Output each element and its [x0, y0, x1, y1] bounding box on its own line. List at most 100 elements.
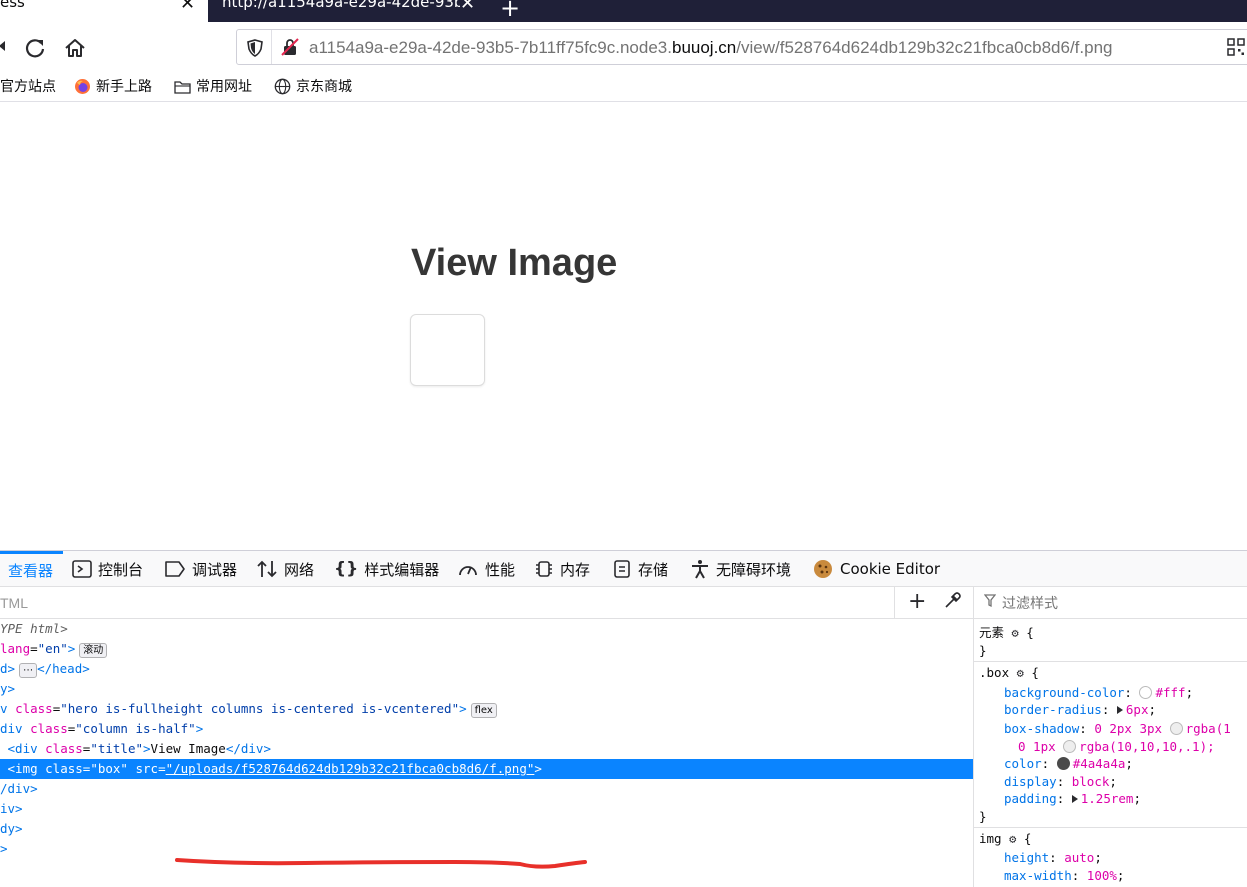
bookmarks-toolbar: 官方站点 新手上路 常用网址 京东商城 — [0, 72, 1247, 102]
markup-line-head[interactable]: d> ⋯ </head> — [0, 659, 973, 679]
markup-line-close-div[interactable]: /div> — [0, 779, 973, 799]
bookmark-official-site[interactable]: 官方站点 — [0, 76, 56, 96]
color-swatch[interactable] — [1063, 740, 1077, 753]
decl-color[interactable]: color: #4a4a4a; — [1004, 755, 1133, 773]
storage-icon — [614, 560, 630, 578]
markup-line-column-div[interactable]: div class="column is-half"> — [0, 719, 973, 739]
folder-icon — [174, 80, 191, 94]
add-node-button[interactable]: + — [908, 589, 926, 614]
color-swatch[interactable] — [1056, 757, 1070, 770]
gear-icon[interactable]: ⚙ — [1012, 626, 1019, 640]
devtools-toolbar: 查看器 控制台 调试器 网络 {} 样式编辑器 性能 内存 存储 无障碍环境 C… — [0, 551, 1247, 587]
decl-box-shadow-cont[interactable]: 0 1px rgba(10,10,10,.1); — [1018, 738, 1215, 756]
insecure-lock-icon[interactable] — [281, 38, 299, 56]
flex-badge[interactable]: flex — [470, 703, 497, 718]
tab-network[interactable]: 网络 — [256, 551, 314, 587]
divider — [974, 661, 1247, 662]
filter-styles-input[interactable] — [1002, 591, 1242, 615]
navigation-toolbar: a1154a9a-e29a-42de-93b5-7b11ff75fc9c.nod… — [0, 22, 1247, 72]
bookmark-getting-started[interactable]: 新手上路 — [74, 76, 152, 96]
memory-chip-icon — [536, 561, 552, 577]
tab-title: ess — [0, 0, 25, 11]
divider — [974, 827, 1247, 828]
markup-search-row: + — [0, 587, 973, 619]
network-icon — [257, 560, 277, 578]
divider — [271, 30, 272, 64]
markup-line-html[interactable]: lang="en"> 滚动 — [0, 639, 973, 659]
markup-view: YPE html> lang="en"> 滚动 d> ⋯ </head> y> v c… — [0, 619, 973, 887]
close-tab-icon[interactable]: ✕ — [180, 0, 195, 13]
gauge-icon — [459, 566, 477, 576]
html-search-input[interactable] — [0, 587, 895, 618]
expand-badge[interactable]: ⋯ — [19, 663, 38, 678]
rules-panel: 元素 ⚙ { } .box ⚙ { background-color: #fff… — [973, 587, 1247, 887]
tab-cookie-editor[interactable]: Cookie Editor — [812, 551, 940, 587]
page-title: View Image — [411, 242, 618, 284]
markup-line-img-selected[interactable]: <img class="box" src="/uploads/f528764d6… — [0, 759, 973, 779]
braces-icon: {} — [334, 559, 359, 579]
decl-max-width[interactable]: max-width: 100%; — [1004, 867, 1124, 885]
filter-icon — [984, 594, 996, 608]
expand-triangle-icon[interactable] — [1071, 795, 1078, 803]
color-swatch[interactable] — [1139, 686, 1153, 699]
tab-inspector[interactable]: 查看器 — [0, 551, 63, 587]
red-underline-annotation — [175, 858, 587, 869]
firefox-icon — [75, 78, 90, 94]
gear-icon[interactable]: ⚙ — [1017, 666, 1024, 680]
scroll-badge[interactable]: 滚动 — [79, 643, 108, 658]
decl-height[interactable]: height: auto; — [1004, 849, 1102, 867]
tracking-protection-shield-icon[interactable] — [247, 39, 263, 57]
markup-line-close-div2[interactable]: iv> — [0, 799, 973, 819]
decl-display[interactable]: display: block; — [1004, 773, 1117, 791]
rule-img-selector[interactable]: img ⚙ { — [979, 830, 1031, 848]
tab-accessibility[interactable]: 无障碍环境 — [690, 551, 791, 587]
tab-debugger[interactable]: 调试器 — [164, 551, 237, 587]
markup-line-body[interactable]: y> — [0, 679, 973, 699]
markup-line-hero-div[interactable]: v class="hero is-fullheight columns is-c… — [0, 699, 973, 719]
rule-box-selector[interactable]: .box ⚙ { — [979, 664, 1039, 682]
tab-active[interactable]: ess ✕ — [0, 0, 208, 22]
tab-style-editor[interactable]: {} 样式编辑器 — [334, 551, 439, 587]
tab-title: http://a1154a9a-e29a-42de-93b — [222, 0, 460, 10]
console-icon — [72, 560, 92, 578]
reload-icon[interactable] — [24, 37, 46, 59]
cookie-icon — [814, 560, 832, 578]
gear-icon[interactable]: ⚙ — [1009, 832, 1016, 846]
markup-line-doctype[interactable]: YPE html> — [0, 619, 973, 639]
devtools-panel: 查看器 控制台 调试器 网络 {} 样式编辑器 性能 内存 存储 无障碍环境 C… — [0, 550, 1247, 887]
filter-styles-row — [974, 587, 1247, 619]
globe-icon — [274, 78, 291, 94]
image-box — [410, 314, 485, 386]
rule-close-brace: } — [979, 643, 987, 658]
tab-bar: ess ✕ http://a1154a9a-e29a-42de-93b ✕ + — [0, 0, 1247, 22]
tab-memory[interactable]: 内存 — [534, 551, 590, 587]
url-bar[interactable]: a1154a9a-e29a-42de-93b5-7b11ff75fc9c.nod… — [236, 29, 1247, 65]
close-tab-icon[interactable]: ✕ — [460, 0, 475, 13]
decl-background-color[interactable]: background-color: #fff; — [1004, 684, 1193, 702]
bookmark-common-sites[interactable]: 常用网址 — [174, 76, 252, 96]
markup-line-close-body[interactable]: dy> — [0, 819, 973, 839]
tab-performance[interactable]: 性能 — [457, 551, 515, 587]
tab-console[interactable]: 控制台 — [72, 551, 143, 587]
page-content: View Image — [0, 102, 1247, 550]
decl-padding[interactable]: padding: 1.25rem; — [1004, 790, 1141, 808]
rule-element[interactable]: 元素 ⚙ { — [979, 624, 1034, 642]
bookmark-jd-mall[interactable]: 京东商城 — [274, 76, 352, 96]
tab-inactive[interactable]: http://a1154a9a-e29a-42de-93b ✕ — [210, 0, 490, 22]
decl-box-shadow[interactable]: box-shadow: 0 2px 3px rgba(1 — [1004, 720, 1231, 738]
qr-code-icon[interactable] — [1227, 38, 1245, 56]
url-text: a1154a9a-e29a-42de-93b5-7b11ff75fc9c.nod… — [309, 38, 1113, 57]
markup-line-title-div[interactable]: <div class="title">View Image</div> — [0, 739, 973, 759]
expand-triangle-icon[interactable] — [1116, 706, 1123, 714]
decl-border-radius[interactable]: border-radius: 6px; — [1004, 701, 1156, 719]
debugger-icon — [165, 561, 185, 577]
accessibility-icon — [692, 560, 708, 579]
home-icon[interactable] — [64, 37, 86, 59]
rule-close-brace: } — [979, 809, 987, 824]
color-swatch[interactable] — [1169, 722, 1183, 735]
eyedropper-icon[interactable] — [944, 591, 962, 609]
img-src-link[interactable]: "/uploads/f528764d624db129b32c21fbca0cb8… — [166, 761, 535, 776]
new-tab-button[interactable]: + — [500, 0, 520, 22]
tab-storage[interactable]: 存储 — [612, 551, 668, 587]
back-arrow-icon[interactable] — [0, 40, 6, 52]
